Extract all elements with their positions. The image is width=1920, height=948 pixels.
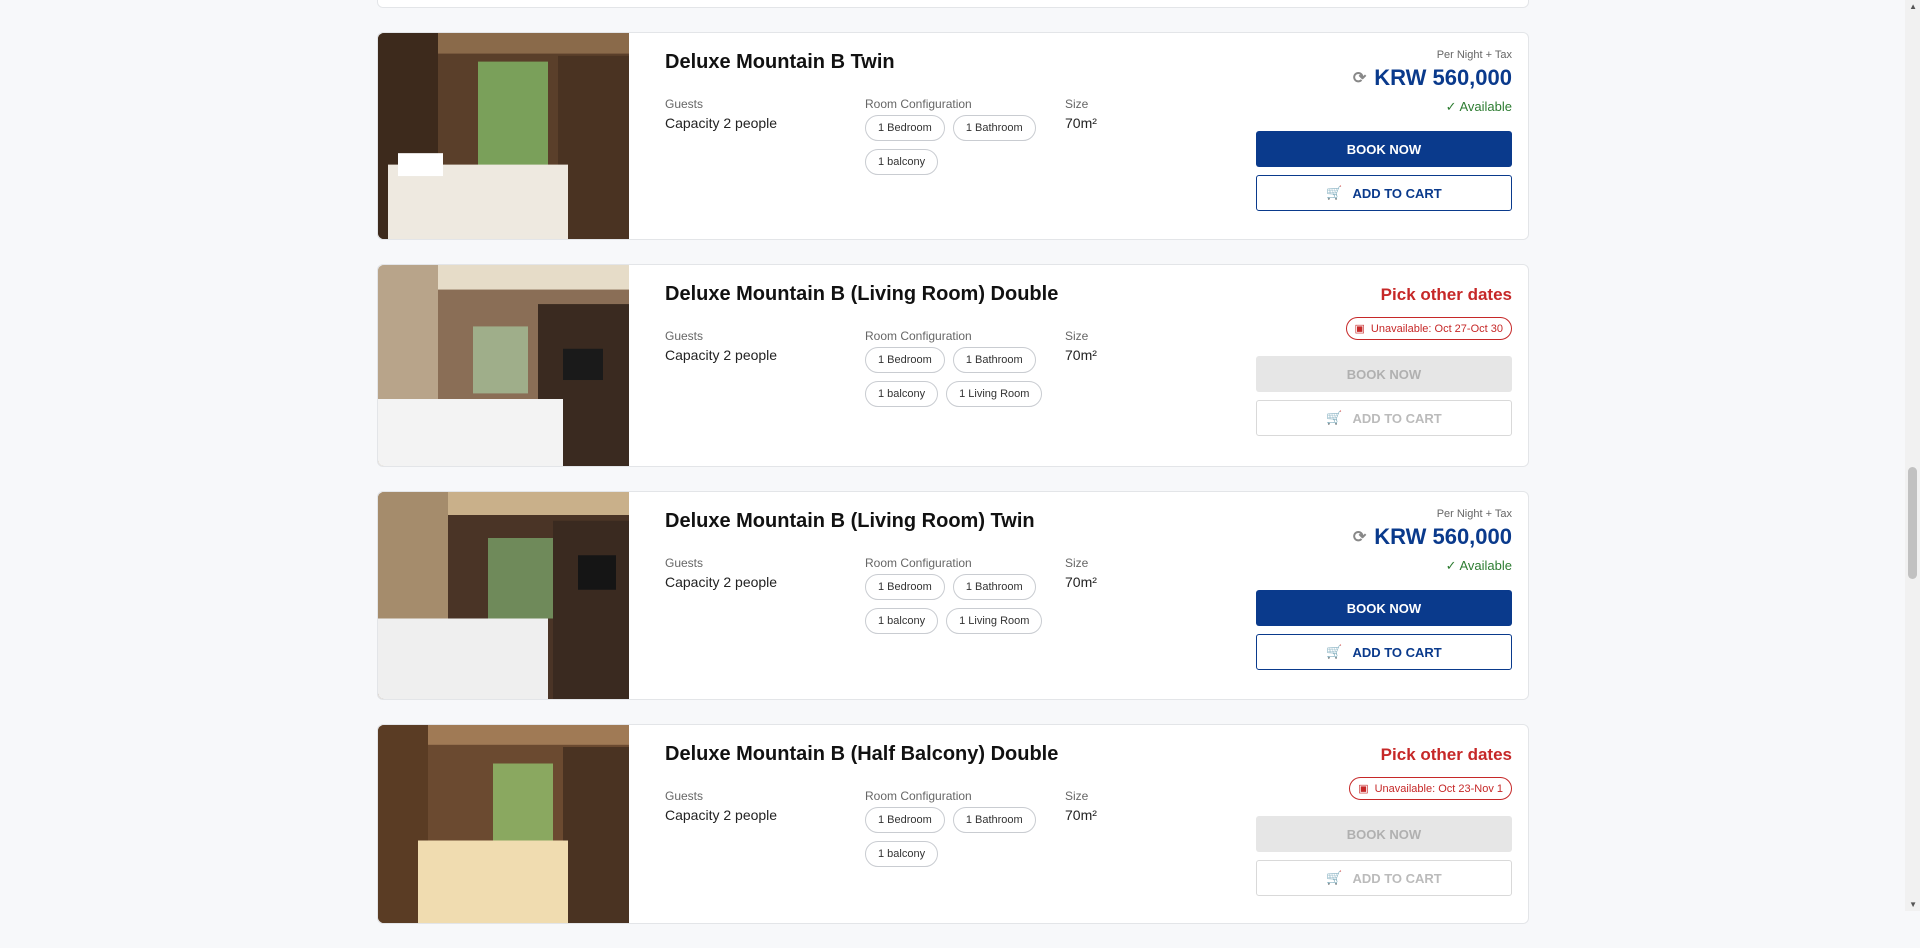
guests-value: Capacity 2 people [665,115,778,131]
pick-other-dates[interactable]: Pick other dates [1256,285,1512,305]
room-list: Deluxe Mountain B Twin Guests Capacity 2 … [377,0,1529,948]
room-card: Deluxe Mountain B (Living Room) Double G… [377,264,1529,467]
scroll-down-icon[interactable]: ▼ [1909,900,1917,909]
guests-label: Guests [665,789,704,803]
room-title: Deluxe Mountain B (Living Room) Double [665,283,1059,305]
size-value: 70m² [1065,347,1097,363]
cart-icon: 🛒 [1326,185,1343,200]
vertical-scrollbar[interactable]: ▲ ▼ [1905,0,1920,911]
config-tag: 1 Bedroom [865,115,945,141]
size-label: Size [1065,329,1089,343]
room-title: Deluxe Mountain B (Half Balcony) Double [665,743,1059,765]
pick-other-dates[interactable]: Pick other dates [1256,745,1512,765]
book-now-button[interactable]: BOOK NOW [1256,590,1512,626]
availability-status: ✓ Available [1445,558,1512,573]
room-title: Deluxe Mountain B Twin [665,51,895,73]
config-tag: 1 Bedroom [865,807,945,833]
guests-value: Capacity 2 people [665,807,778,823]
room-photo[interactable] [378,725,629,923]
check-icon: ✓ [1445,558,1460,573]
size-label: Size [1065,789,1089,803]
room-title: Deluxe Mountain B (Living Room) Twin [665,510,1035,532]
cart-icon: 🛒 [1326,644,1343,659]
config-tag: 1 balcony [865,381,939,407]
config-tag: 1 Bedroom [865,574,945,600]
room-card: Deluxe Mountain B Twin Guests Capacity 2 … [377,32,1529,240]
guests-value: Capacity 2 people [665,347,778,363]
add-to-cart-button[interactable]: 🛒 ADD TO CART [1256,634,1512,670]
room-photo[interactable] [378,492,629,699]
room-photo[interactable] [378,33,629,239]
guests-value: Capacity 2 people [665,574,778,590]
config-tag: 1 Bathroom [952,574,1036,600]
check-icon: ✓ [1445,99,1460,114]
config-tag: 1 Bathroom [952,115,1036,141]
price: ⟳ KRW 560,000 [1256,524,1512,550]
cart-icon: 🛒 [1326,870,1343,885]
add-to-cart-button: 🛒 ADD TO CART [1256,860,1512,896]
room-card: Deluxe Mountain B (Half Balcony) Double … [377,724,1529,924]
room-photo[interactable] [378,265,629,466]
config-tag: 1 balcony [865,841,939,867]
availability-status: ✓ Available [1445,99,1512,114]
room-card: Deluxe Mountain B (Living Room) Twin Gue… [377,491,1529,700]
scrollbar-thumb[interactable] [1908,467,1917,579]
calendar-x-icon: ▣ [1358,783,1369,795]
size-value: 70m² [1065,807,1097,823]
config-tag: 1 Living Room [946,608,1043,634]
scroll-up-icon[interactable]: ▲ [1909,2,1917,11]
per-night-label: Per Night + Tax [1436,49,1512,61]
add-to-cart-button[interactable]: 🛒 ADD TO CART [1256,175,1512,211]
size-value: 70m² [1065,574,1097,590]
config-tag: 1 Bathroom [952,347,1036,373]
unavailable-badge: ▣ Unavailable: Oct 27-Oct 30 [1345,317,1512,340]
cart-icon: 🛒 [1326,410,1343,425]
book-now-button[interactable]: BOOK NOW [1256,131,1512,167]
price: ⟳ KRW 560,000 [1256,65,1512,91]
config-tag: 1 Living Room [946,381,1043,407]
book-now-button: BOOK NOW [1256,816,1512,852]
currency-convert-icon[interactable]: ⟳ [1353,527,1366,547]
guests-label: Guests [665,556,704,570]
room-config-label: Room Configuration [865,329,972,343]
calendar-x-icon: ▣ [1354,323,1365,335]
guests-label: Guests [665,97,704,111]
size-label: Size [1065,97,1089,111]
config-tag: 1 balcony [865,608,939,634]
config-tag: 1 Bedroom [865,347,945,373]
price-value: KRW 560,000 [1374,65,1512,90]
price-value: KRW 560,000 [1374,524,1512,549]
size-label: Size [1065,556,1089,570]
book-now-button: BOOK NOW [1256,356,1512,392]
config-tag: 1 Bathroom [952,807,1036,833]
per-night-label: Per Night + Tax [1436,508,1512,520]
room-config-label: Room Configuration [865,97,972,111]
room-config-label: Room Configuration [865,556,972,570]
currency-convert-icon[interactable]: ⟳ [1353,68,1366,88]
previous-room-card [377,0,1529,8]
guests-label: Guests [665,329,704,343]
room-config-label: Room Configuration [865,789,972,803]
size-value: 70m² [1065,115,1097,131]
add-to-cart-button: 🛒 ADD TO CART [1256,400,1512,436]
config-tag: 1 balcony [865,149,939,175]
unavailable-badge: ▣ Unavailable: Oct 23-Nov 1 [1349,777,1512,800]
